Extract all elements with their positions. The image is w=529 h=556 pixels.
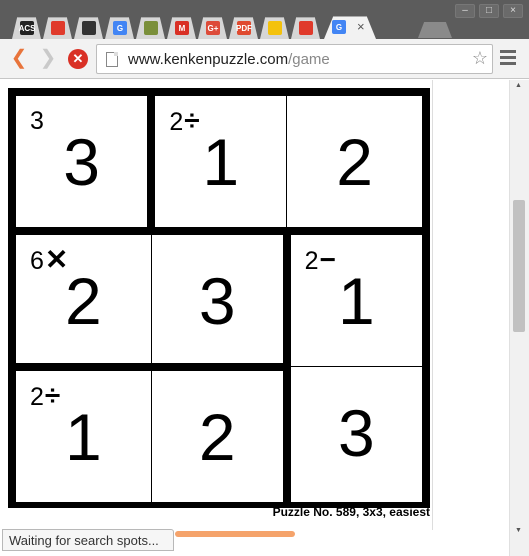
bookmark-star-icon[interactable]: ☆	[472, 48, 488, 69]
url-path: /game	[288, 51, 330, 68]
address-bar[interactable]: www.kenkenpuzzle.com/game ☆	[96, 44, 493, 74]
grid-cell[interactable]: 2	[287, 96, 422, 228]
grid-cell[interactable]: 3	[290, 367, 422, 502]
cage-clue: 6✕	[30, 245, 68, 276]
browser-tab[interactable]	[43, 17, 72, 39]
cell-value: 3	[337, 396, 375, 471]
status-bubble: Waiting for search spots...	[2, 529, 174, 551]
vertical-scrollbar[interactable]: ▲ ▼	[509, 80, 529, 556]
forward-arrow-icon[interactable]: ❯	[37, 47, 59, 69]
google-favicon-icon: G	[113, 21, 127, 35]
docs-favicon-icon	[268, 21, 282, 35]
cage-clue: 3	[30, 106, 44, 136]
cell-value: 2	[336, 125, 373, 199]
pdf-favicon-icon: PDF	[236, 21, 252, 35]
loading-progress-bar	[175, 531, 295, 537]
browser-tab[interactable]: G	[105, 17, 134, 39]
google-favicon-icon: G	[332, 20, 346, 34]
cage-target: 2	[169, 108, 184, 136]
browser-tab[interactable]	[291, 17, 320, 39]
minimize-button[interactable]: –	[455, 4, 475, 18]
window-controls: – □ ×	[455, 4, 523, 18]
google-plus-favicon-icon: G+	[206, 21, 220, 35]
cage-target: 2	[304, 247, 319, 276]
browser-tab[interactable]	[136, 17, 165, 39]
cage-operator-icon: ÷	[44, 379, 61, 411]
game-favicon-icon	[144, 21, 158, 35]
oracle-favicon-icon	[51, 21, 65, 35]
grid-cell[interactable]: 1 2÷	[16, 370, 151, 502]
gmail-favicon-icon: M	[175, 21, 189, 35]
cage-target: 6	[30, 247, 44, 276]
github-favicon-icon	[82, 21, 96, 35]
browser-tab[interactable]	[260, 17, 289, 39]
browser-tab[interactable]: PDF	[229, 17, 258, 39]
grid-cell[interactable]: 1 2÷	[155, 96, 287, 228]
cage-target: 3	[30, 107, 44, 135]
cage-clue: 2−	[305, 245, 336, 276]
cell-value: 2	[198, 399, 236, 474]
menu-icon[interactable]	[500, 50, 516, 66]
cage-operator-icon: ✕	[44, 244, 69, 276]
puzzle-info: Puzzle No. 589, 3x3, easiest	[272, 505, 430, 519]
page-divider	[432, 80, 433, 530]
grid-cell[interactable]: 1 2−	[290, 235, 422, 367]
acs-favicon-icon: ACS	[19, 21, 35, 35]
cage-clue: 2÷	[30, 379, 61, 412]
close-window-button[interactable]: ×	[503, 4, 523, 18]
scroll-up-arrow-icon[interactable]: ▲	[515, 82, 522, 89]
oracle-favicon-icon	[299, 21, 313, 35]
browser-toolbar: ❮ ❯ ✕ www.kenkenpuzzle.com/game ☆	[0, 39, 529, 79]
new-tab-button[interactable]	[418, 22, 452, 38]
grid-cell[interactable]: 3	[151, 235, 283, 363]
stop-loading-icon[interactable]: ✕	[68, 49, 88, 69]
url-host: www.kenkenpuzzle.com	[128, 51, 289, 68]
scrollbar-thumb[interactable]	[513, 200, 525, 332]
cage-target: 2	[30, 382, 44, 411]
tab-strip: ACS G M G+ PDF G × – □ ×	[0, 0, 529, 39]
cell-value: 3	[198, 264, 236, 339]
close-tab-icon[interactable]: ×	[357, 19, 365, 34]
page-icon	[106, 52, 118, 67]
cage-operator-icon: −	[319, 244, 336, 276]
scroll-down-arrow-icon[interactable]: ▼	[515, 527, 522, 534]
url-text[interactable]: www.kenkenpuzzle.com/game	[128, 51, 330, 68]
cage-operator-icon: ÷	[184, 105, 200, 136]
back-arrow-icon[interactable]: ❮	[8, 47, 30, 69]
browser-tab[interactable]: G ×	[324, 16, 376, 39]
browser-tab[interactable]: M	[167, 17, 196, 39]
grid-cell[interactable]: 2	[151, 370, 283, 502]
grid-cell[interactable]: 2 6✕	[16, 235, 151, 363]
grid-cell[interactable]: 33	[16, 96, 148, 228]
kenken-grid: 3 3 1 2÷ 2 2 6✕ 3 1 2− 1 2÷ 2 3	[8, 88, 430, 508]
cage-clue: 2÷	[169, 106, 199, 137]
browser-tab[interactable]	[74, 17, 103, 39]
browser-tab[interactable]: G+	[198, 17, 227, 39]
browser-tab[interactable]: ACS	[12, 17, 41, 39]
maximize-button[interactable]: □	[479, 4, 499, 18]
